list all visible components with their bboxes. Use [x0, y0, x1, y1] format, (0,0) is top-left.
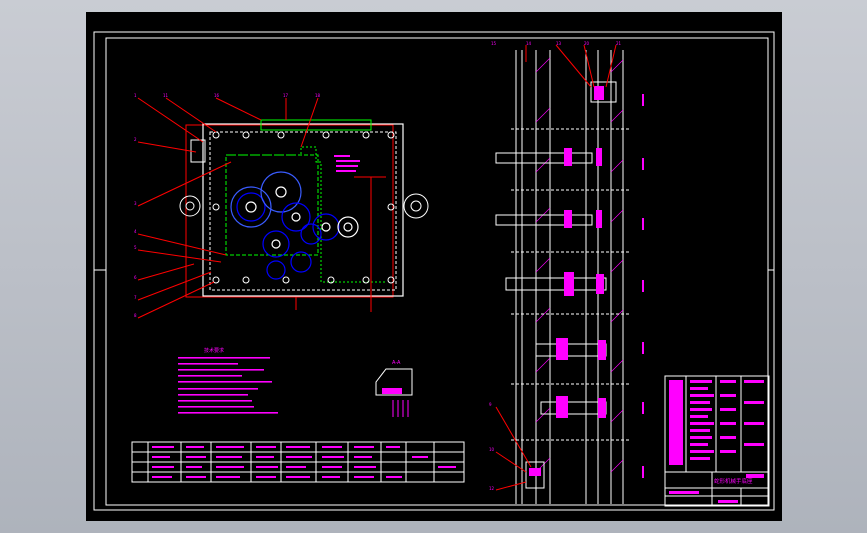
svg-text:14: 14 [526, 41, 532, 46]
left-boss [179, 195, 201, 217]
svg-text:3: 3 [134, 201, 137, 206]
green-path [226, 146, 386, 283]
dimension-box [185, 124, 394, 298]
housing-outline [202, 123, 404, 297]
column-section-view: 15 14 13 20 21 9 10 12 [489, 41, 644, 504]
annotation-block [334, 155, 360, 172]
svg-text:8: 8 [134, 313, 137, 318]
svg-text:7: 7 [134, 295, 137, 300]
parts-list-table [131, 441, 465, 483]
svg-text:5: 5 [134, 245, 137, 250]
notes-heading: 技术要求 [204, 347, 224, 354]
notes-lines [178, 357, 278, 414]
svg-text:21: 21 [616, 41, 622, 46]
section-hatching [535, 57, 624, 473]
svg-text:4: 4 [134, 229, 137, 234]
right-boss [403, 193, 429, 219]
technical-notes: 技术要求 [178, 347, 278, 414]
svg-text:18: 18 [315, 93, 321, 98]
svg-text:2: 2 [134, 137, 137, 142]
svg-text:20: 20 [584, 41, 590, 46]
svg-text:1: 1 [134, 93, 137, 98]
leader-numbers-left: 1 11 16 17 182 345 678 [134, 93, 321, 318]
leader-lines-left [137, 97, 386, 319]
svg-text:6: 6 [134, 275, 137, 280]
drawing-sheet: 1 11 16 17 18 2 345 678 技术要求 A-A 15 14 1… [86, 12, 782, 521]
svg-text:11: 11 [163, 93, 169, 98]
section-label: A-A [392, 360, 401, 366]
svg-text:17: 17 [283, 93, 289, 98]
section-detail: A-A [375, 360, 413, 417]
title-block: 蛇形机械手底座 [664, 375, 770, 507]
gearbox-view: 1 11 16 17 182 345 678 [134, 93, 429, 319]
cad-drawing: 1 11 16 17 182 345 678 技术要求 A-A 15 14 13… [93, 31, 775, 511]
svg-text:15: 15 [491, 41, 497, 46]
drawing-title: 蛇形机械手底座 [714, 477, 753, 485]
svg-text:13: 13 [556, 41, 562, 46]
svg-text:10: 10 [489, 447, 495, 452]
svg-text:16: 16 [214, 93, 220, 98]
inner-frame [105, 37, 769, 506]
gear-train [230, 171, 359, 280]
svg-text:12: 12 [489, 486, 495, 491]
svg-text:9: 9 [489, 402, 492, 407]
